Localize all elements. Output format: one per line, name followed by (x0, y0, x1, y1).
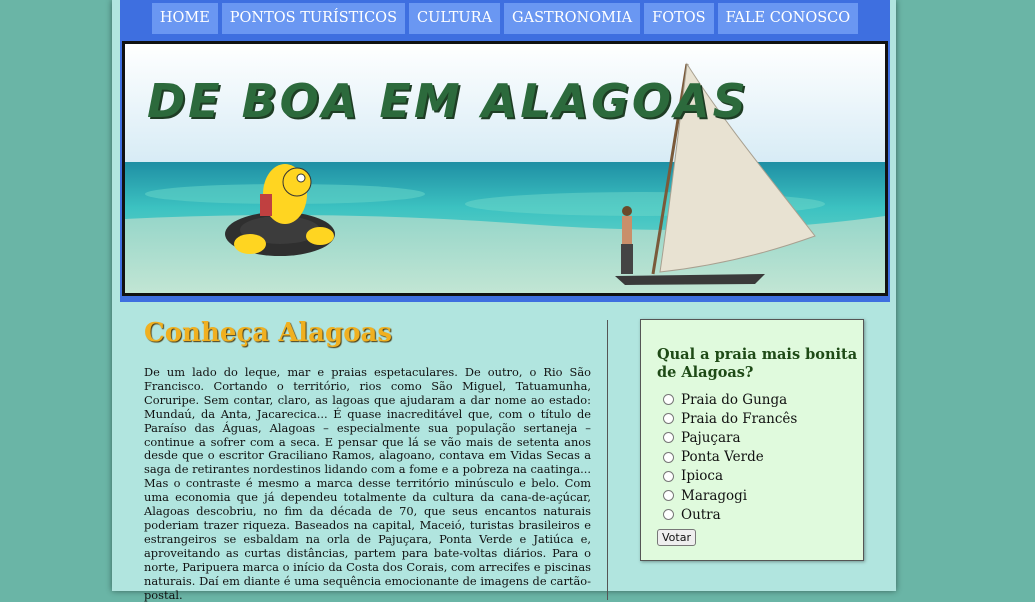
option-label: Pajuçara (681, 429, 741, 446)
banner-title: DE BOA EM ALAGOAS (147, 74, 749, 128)
header-banner: DE BOA EM ALAGOAS (120, 40, 890, 302)
radio-button[interactable] (663, 490, 674, 502)
nav-gastronomia[interactable]: GASTRONOMIA (504, 3, 641, 34)
option-label: Praia do Francês (681, 410, 798, 427)
article-title: Conheça Alagoas (144, 318, 393, 348)
nav-cultura[interactable]: CULTURA (409, 3, 501, 34)
main-article: Conheça Alagoas De um lado do leque, mar… (144, 318, 591, 602)
banner-image: DE BOA EM ALAGOAS (122, 41, 888, 296)
radio-button[interactable] (663, 432, 674, 444)
article-body: De um lado do leque, mar e praias espeta… (144, 365, 591, 602)
nav-pontos-turisticos[interactable]: PONTOS TURÍSTICOS (221, 3, 405, 34)
beach-poll: Qual a praia mais bonita de Alagoas? Pra… (640, 319, 864, 561)
option-label: Maragogi (681, 487, 748, 504)
nav-fale-conosco[interactable]: FALE CONOSCO (717, 3, 859, 34)
poll-option-pajucara[interactable]: Pajuçara (657, 428, 863, 447)
radio-button[interactable] (663, 509, 674, 521)
option-label: Praia do Gunga (681, 391, 788, 408)
vote-button[interactable]: Votar (657, 529, 696, 547)
nav-home[interactable]: HOME (151, 3, 218, 34)
radio-button[interactable] (663, 394, 674, 406)
poll-option-ipioca[interactable]: Ipioca (657, 467, 863, 486)
option-label: Ponta Verde (681, 449, 764, 466)
radio-button[interactable] (663, 413, 674, 425)
column-divider (607, 320, 608, 600)
option-label: Outra (681, 506, 721, 523)
poll-option-praia-do-gunga[interactable]: Praia do Gunga (657, 390, 863, 409)
option-label: Ipioca (681, 468, 724, 485)
poll-question: Qual a praia mais bonita de Alagoas? (657, 346, 858, 381)
poll-option-praia-do-frances[interactable]: Praia do Francês (657, 409, 863, 428)
poll-option-maragogi[interactable]: Maragogi (657, 486, 863, 505)
main-nav: HOME PONTOS TURÍSTICOS CULTURA GASTRONOM… (120, 0, 890, 40)
poll-option-ponta-verde[interactable]: Ponta Verde (657, 448, 863, 467)
radio-button[interactable] (663, 470, 674, 482)
radio-button[interactable] (663, 451, 674, 463)
nav-fotos[interactable]: FOTOS (644, 3, 714, 34)
page-container: HOME PONTOS TURÍSTICOS CULTURA GASTRONOM… (112, 0, 896, 601)
poll-option-outra[interactable]: Outra (657, 505, 863, 524)
